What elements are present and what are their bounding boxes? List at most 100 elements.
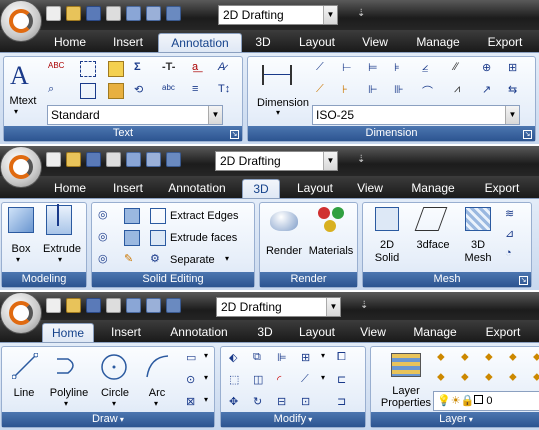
- tab-annotation[interactable]: Annotation: [162, 179, 232, 198]
- arc-icon[interactable]: [144, 353, 170, 379]
- chevron-down-icon[interactable]: ▾: [225, 254, 229, 263]
- 3dface-icon[interactable]: [414, 207, 448, 231]
- leader-icon[interactable]: ↗: [482, 83, 498, 99]
- saveas-icon[interactable]: [106, 298, 121, 313]
- application-button[interactable]: [0, 292, 42, 334]
- redo-icon[interactable]: [166, 152, 181, 167]
- undo-icon[interactable]: [146, 298, 161, 313]
- copy-icon[interactable]: ⧉: [253, 351, 269, 367]
- circle-label[interactable]: Circle: [96, 387, 134, 399]
- teapot-icon[interactable]: [270, 211, 298, 231]
- tab-view[interactable]: View: [350, 179, 390, 198]
- mirror-icon[interactable]: ◫: [253, 373, 269, 389]
- union-icon[interactable]: ◎: [98, 208, 114, 224]
- layer-match-icon[interactable]: ⬥: [437, 371, 453, 387]
- new-icon[interactable]: [46, 6, 61, 21]
- tab-home[interactable]: Home: [46, 179, 94, 198]
- tab-export[interactable]: Export: [476, 323, 530, 342]
- thicken-icon[interactable]: ✎: [124, 252, 140, 268]
- print-icon[interactable]: [126, 6, 141, 21]
- mtext-icon[interactable]: A: [10, 61, 29, 91]
- layer-properties-icon[interactable]: [391, 353, 421, 377]
- ruled-surface-icon[interactable]: ⊿: [505, 227, 521, 243]
- continue-dim-icon[interactable]: ⊧: [394, 61, 410, 77]
- circle-icon[interactable]: [100, 353, 128, 381]
- tab-view[interactable]: View: [355, 33, 395, 52]
- arc-length-icon[interactable]: ⌒: [422, 83, 438, 99]
- tab-home[interactable]: Home: [42, 323, 94, 342]
- extrude-faces-icon[interactable]: [150, 230, 166, 246]
- text-align-icon[interactable]: -T-: [162, 61, 178, 77]
- layer-properties-label-line2[interactable]: Properties: [375, 397, 437, 409]
- workspace-select[interactable]: 2D Drafting ▼: [215, 151, 338, 171]
- tab-view[interactable]: View: [352, 323, 394, 342]
- dim-update-icon[interactable]: ⇆: [508, 83, 524, 99]
- rotate-icon[interactable]: ↻: [253, 395, 269, 411]
- tab-insert[interactable]: Insert: [100, 179, 156, 198]
- tab-home[interactable]: Home: [46, 33, 94, 52]
- edge-surface-icon[interactable]: ◔: [505, 247, 521, 263]
- scale-icon[interactable]: ⊏: [337, 373, 353, 389]
- saveas-icon[interactable]: [106, 152, 121, 167]
- chevron-down-icon[interactable]: ▾: [64, 399, 68, 408]
- baseline-dim-icon[interactable]: ⊨: [368, 61, 384, 77]
- layer-merge-icon[interactable]: ⬥: [509, 371, 525, 387]
- application-button[interactable]: [0, 146, 42, 188]
- move-icon[interactable]: ✥: [229, 395, 245, 411]
- tab-manage[interactable]: Manage: [406, 323, 464, 342]
- print-icon[interactable]: [126, 298, 141, 313]
- chevron-down-icon[interactable]: ▾: [58, 255, 62, 264]
- arc-text-icon[interactable]: [108, 83, 124, 99]
- workspace-select[interactable]: 2D Drafting ▼: [218, 5, 338, 25]
- tab-layout[interactable]: Layout: [290, 33, 344, 52]
- new-icon[interactable]: [46, 152, 61, 167]
- spell-check-icon[interactable]: ABC: [48, 61, 64, 77]
- edit-text-icon[interactable]: [108, 61, 124, 77]
- chevron-down-icon[interactable]: ▾: [306, 415, 312, 424]
- 3d-mesh-label-line2[interactable]: Mesh: [461, 252, 495, 264]
- undo-icon[interactable]: [146, 152, 161, 167]
- polyline-icon[interactable]: [54, 353, 80, 379]
- line-label[interactable]: Line: [6, 387, 42, 399]
- layer-delete-icon[interactable]: ⬥: [533, 371, 539, 387]
- tab-insert[interactable]: Insert: [100, 33, 156, 52]
- materials-icon[interactable]: [318, 207, 346, 235]
- undo-icon[interactable]: [146, 6, 161, 21]
- customize-icon[interactable]: ⇣: [357, 8, 365, 19]
- align-icon[interactable]: ⊫: [277, 351, 293, 367]
- extrude-icon[interactable]: [46, 204, 72, 235]
- subtract-icon[interactable]: [124, 208, 140, 224]
- extract-edges-label[interactable]: Extract Edges: [170, 210, 238, 222]
- launcher-icon[interactable]: ↘: [519, 276, 528, 285]
- mtext-label[interactable]: Mtext: [8, 95, 38, 107]
- tab-3d[interactable]: 3D: [242, 179, 280, 198]
- launcher-icon[interactable]: ↘: [523, 130, 532, 139]
- materials-label[interactable]: Materials: [306, 245, 356, 257]
- chevron-down-icon[interactable]: ▾: [118, 415, 124, 424]
- 3d-mesh-label-line1[interactable]: 3D: [461, 239, 495, 251]
- open-icon[interactable]: [66, 6, 81, 21]
- tab-manage[interactable]: Manage: [410, 33, 466, 52]
- tab-annotation[interactable]: Annotation: [162, 323, 236, 342]
- hatch-icon[interactable]: ⊠: [186, 395, 202, 411]
- angular-dim-icon[interactable]: ⦤: [422, 61, 438, 77]
- save-icon[interactable]: [86, 152, 101, 167]
- radius-dim-icon[interactable]: ⊦: [342, 83, 358, 99]
- fillet-icon[interactable]: ◜: [277, 373, 293, 389]
- 3d-mesh-icon[interactable]: [465, 207, 491, 231]
- layer-lock-icon[interactable]: ⬥: [533, 351, 539, 367]
- slice-icon[interactable]: ◎: [98, 252, 114, 268]
- chevron-down-icon[interactable]: ▾: [204, 395, 208, 404]
- ordinate-dim-icon[interactable]: ⊪: [394, 83, 410, 99]
- box-icon[interactable]: [8, 207, 34, 233]
- 3dface-label[interactable]: 3dface: [411, 239, 455, 251]
- abc-text-icon[interactable]: abc: [162, 83, 178, 99]
- save-icon[interactable]: [86, 6, 101, 21]
- tab-export[interactable]: Export: [476, 179, 528, 198]
- underline-text-icon[interactable]: a͟: [192, 61, 208, 77]
- chevron-down-icon[interactable]: ▾: [276, 108, 280, 117]
- array-icon[interactable]: ⊞: [301, 351, 317, 367]
- quick-dim-icon[interactable]: ⟋: [316, 83, 332, 99]
- tab-3d[interactable]: 3D: [250, 323, 280, 342]
- dimension-label[interactable]: Dimension: [252, 97, 314, 109]
